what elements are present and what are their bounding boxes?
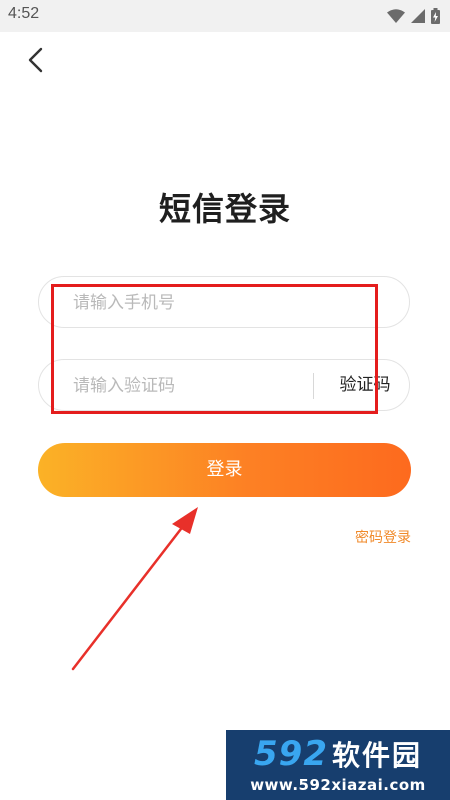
get-code-button[interactable]: 验证码	[323, 360, 407, 410]
status-time: 4:52	[8, 5, 40, 22]
watermark-name: 软件园	[331, 739, 422, 772]
wifi-icon	[387, 9, 405, 23]
phone-input[interactable]	[71, 277, 395, 329]
page-title: 短信登录	[158, 190, 291, 228]
watermark-digits: 592	[254, 734, 328, 774]
login-button[interactable]: 登录	[38, 443, 411, 497]
battery-charging-icon	[431, 8, 440, 24]
back-button[interactable]	[18, 44, 54, 80]
phone-field[interactable]	[38, 276, 410, 329]
watermark-url: www.592xiazai.com	[250, 776, 426, 794]
verification-code-input[interactable]	[71, 360, 305, 412]
watermark-logo: 592 软件园 www.592xiazai.com	[226, 730, 450, 800]
password-login-link[interactable]: 密码登录	[355, 527, 411, 547]
watermark-main: 592 软件园	[226, 734, 450, 774]
status-icons	[387, 7, 440, 25]
code-divider	[313, 373, 314, 399]
status-bar: 4:52	[0, 0, 450, 32]
code-field[interactable]: 验证码	[38, 359, 410, 412]
chevron-left-icon	[26, 47, 46, 77]
cellular-signal-icon	[411, 9, 425, 23]
